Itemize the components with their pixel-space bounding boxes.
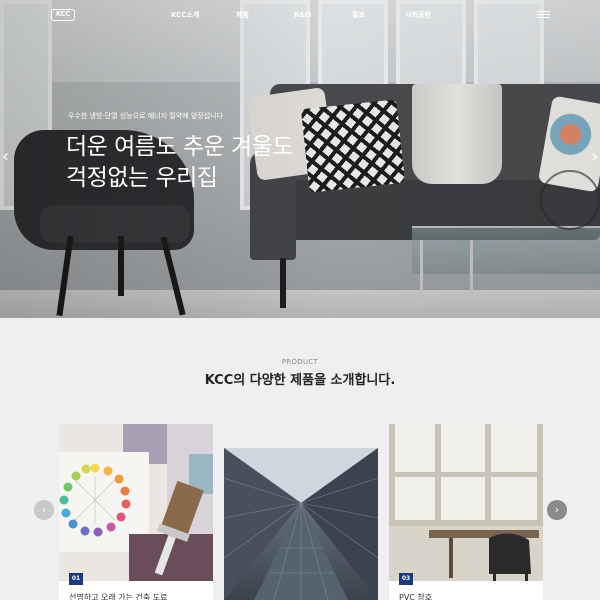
section-label: PRODUCT — [281, 358, 319, 366]
hero-subtitle: 우수한 냉방·단열 성능으로 에너지 절약에 앞장섭니다 — [68, 112, 224, 120]
color-wheel-illustration — [59, 424, 213, 581]
paint-image — [59, 424, 213, 581]
building-image — [224, 448, 378, 600]
hero-banner: ‹ › 우수한 냉방·단열 성능으로 에너지 절약에 앞장섭니다 더운 여름도 … — [0, 0, 600, 318]
hero-title: 더운 여름도 추운 겨울도 걱정없는 우리집 — [66, 132, 294, 194]
kcc-logo[interactable]: KCC — [51, 9, 75, 21]
product-card-window[interactable]: 03 PVC 창호 — [389, 424, 543, 600]
card-title: 선명하고 오래 가는 건축 도료 — [69, 593, 168, 600]
hamburger-menu-icon[interactable] — [537, 11, 550, 18]
hero-prev-arrow-icon[interactable]: ‹ — [2, 148, 9, 166]
card-number-badge: 01 — [69, 573, 83, 585]
product-card-paint[interactable]: 01 선명하고 오래 가는 건축 도료 — [59, 424, 213, 600]
window-image — [389, 424, 543, 581]
nav-item-social[interactable]: 사회공헌 — [405, 10, 431, 20]
nav-item-rnd[interactable]: R&D — [294, 10, 311, 20]
hero-next-arrow-icon[interactable]: › — [591, 148, 598, 166]
products-prev-icon[interactable]: ‹ — [34, 500, 54, 520]
card-title: PVC 창호 — [399, 593, 433, 600]
hero-title-line1: 더운 여름도 추운 겨울도 — [66, 134, 294, 160]
top-navigation: KCC KCC소개 제품 R&D 홍보 사회공헌 — [0, 0, 600, 30]
hero-title-line2: 걱정없는 우리집 — [66, 165, 218, 191]
nav-item-about[interactable]: KCC소개 — [171, 10, 199, 20]
products-next-icon[interactable]: › — [547, 500, 567, 520]
skyscraper-illustration — [224, 448, 378, 600]
product-card-building[interactable] — [224, 448, 378, 600]
nav-item-pr[interactable]: 홍보 — [352, 10, 365, 20]
section-title: KCC의 다양한 제품을 소개합니다. — [204, 373, 396, 388]
interior-window-illustration — [389, 424, 543, 581]
nav-item-products[interactable]: 제품 — [236, 10, 249, 20]
card-number-badge: 03 — [399, 573, 413, 585]
